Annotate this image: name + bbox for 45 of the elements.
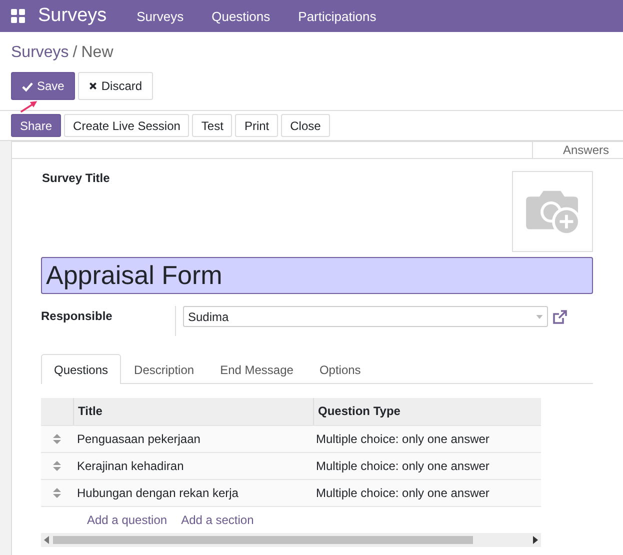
image-upload[interactable] — [512, 171, 593, 252]
breadcrumb-separator: / — [72, 44, 78, 62]
header-button[interactable]: Test — [192, 114, 232, 137]
drag-handle-icon[interactable] — [53, 434, 61, 444]
table-cell-text: Multiple choice: only one answer — [315, 486, 490, 500]
caret-icon — [536, 314, 543, 318]
app-name[interactable]: Surveys — [38, 5, 107, 27]
drag-handle-icon[interactable] — [53, 488, 61, 498]
title-input[interactable]: Appraisal Form — [41, 257, 593, 294]
table-cell-text: Hubungan dengan rekan kerja — [76, 486, 240, 500]
add-line-link[interactable]: Add a question — [87, 513, 168, 527]
table-cell-text: Multiple choice: only one answer — [315, 432, 490, 446]
header-button[interactable]: Share — [11, 114, 62, 137]
horizontal-scrollbar[interactable] — [41, 533, 541, 547]
column-header[interactable]: Title — [73, 398, 313, 425]
table-cell-text: Multiple choice: only one answer — [315, 459, 490, 473]
header-button[interactable]: Close — [281, 114, 330, 137]
responsible-select[interactable]: Sudima — [183, 306, 548, 327]
scroll-left-icon[interactable] — [44, 536, 49, 544]
pointer-arrow — [20, 100, 38, 113]
header-button[interactable]: Create Live Session — [64, 114, 190, 137]
tab[interactable]: End Message — [207, 354, 306, 384]
discard-button[interactable]: Discard — [78, 72, 154, 100]
menu-item[interactable]: Surveys — [136, 8, 184, 24]
save-button[interactable]: Save — [11, 72, 76, 100]
apps-grid-icon[interactable] — [11, 9, 25, 23]
check-icon — [22, 80, 33, 92]
close-icon — [89, 82, 98, 90]
table-cell-text: Penguasaan pekerjaan — [76, 432, 202, 446]
menu-item[interactable]: Participations — [298, 8, 376, 24]
tab[interactable]: Description — [121, 354, 208, 384]
drag-handle-icon[interactable] — [53, 461, 61, 471]
field-label: Responsible — [41, 308, 114, 323]
tab[interactable]: Questions — [41, 354, 122, 384]
menu-item[interactable]: Questions — [212, 8, 270, 24]
breadcrumb-current: New — [81, 44, 114, 62]
breadcrumb-link[interactable]: Surveys — [11, 44, 69, 62]
column-header[interactable]: Question Type — [313, 398, 541, 425]
tab[interactable]: Options — [306, 354, 374, 384]
scroll-right-icon[interactable] — [533, 536, 538, 544]
header-button[interactable]: Print — [235, 114, 278, 137]
field-label: Survey Title — [42, 171, 110, 187]
add-line-link[interactable]: Add a section — [181, 513, 254, 527]
table-cell-text: Kerajinan kehadiran — [76, 459, 185, 473]
external-link-icon[interactable] — [552, 309, 568, 325]
